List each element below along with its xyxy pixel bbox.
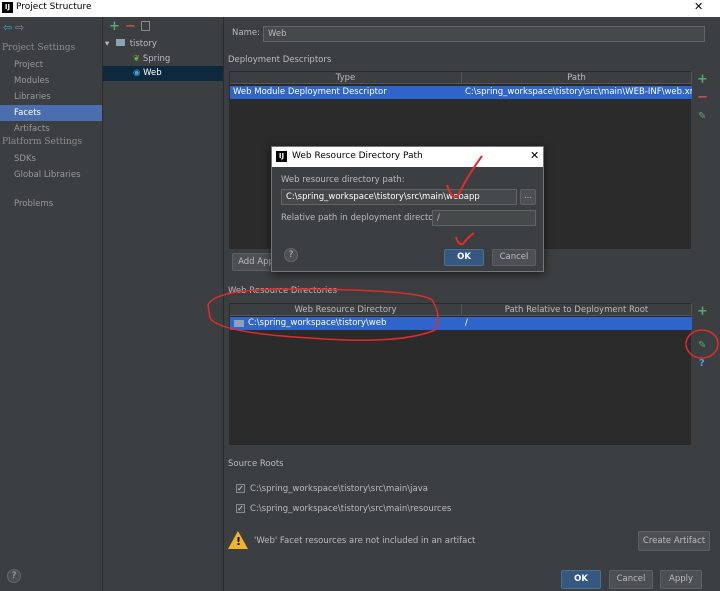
add-descriptor-icon[interactable]: + — [697, 72, 708, 87]
tree-node-tistory[interactable]: ▾ tistory — [103, 37, 223, 52]
spring-leaf-icon: ❦ — [133, 54, 141, 64]
back-arrow-icon[interactable]: ⇦ — [3, 21, 12, 34]
column-header-web-resource-directory[interactable]: Web Resource Directory — [230, 304, 462, 316]
dialog-ok-button[interactable]: OK — [444, 249, 484, 266]
warning-text: 'Web' Facet resources are not included i… — [254, 536, 476, 546]
web-resource-table: Web Resource Directory Path Relative to … — [229, 303, 692, 445]
nav-item-libraries[interactable]: Libraries — [0, 89, 102, 105]
nav-item-project[interactable]: Project — [0, 57, 102, 73]
column-header-path[interactable]: Path — [462, 72, 692, 84]
name-field[interactable]: Web — [263, 26, 705, 42]
edit-web-resource-icon[interactable]: ✎ — [698, 340, 706, 351]
nav-item-global-libraries[interactable]: Global Libraries — [0, 167, 102, 183]
source-roots-header: Source Roots — [228, 459, 284, 469]
folder-icon — [115, 39, 125, 46]
relative-path-label: Relative path in deployment directory: — [281, 213, 445, 223]
forward-arrow-icon[interactable]: ⇨ — [15, 21, 24, 34]
source-root-checkbox[interactable]: ✓ — [236, 484, 245, 493]
tree-node-label: Web — [143, 68, 162, 78]
edit-descriptor-icon[interactable]: ✎ — [698, 111, 706, 122]
apply-button[interactable]: Apply — [660, 570, 702, 589]
nav-item-sdks[interactable]: SDKs — [0, 151, 102, 167]
dir-path-input[interactable]: C:\spring_workspace\tistory\src\main\web… — [281, 189, 517, 205]
facet-tree-panel: + − ▾ tistory ❦ Spring ◉ Web — [102, 17, 224, 591]
nav-item-artifacts[interactable]: Artifacts — [0, 121, 102, 137]
project-settings-header: Project Settings — [2, 43, 76, 53]
add-web-resource-icon[interactable]: + — [697, 304, 708, 319]
settings-nav: ⇦ ⇨ Project Settings Project Modules Lib… — [0, 17, 102, 591]
table-row[interactable]: C:\spring_workspace\tistory\web / — [230, 317, 692, 330]
folder-icon — [234, 320, 244, 327]
name-label: Name: — [232, 28, 260, 38]
web-icon: ◉ — [133, 68, 141, 78]
warning-mark: ! — [236, 535, 242, 548]
web-resource-path-dialog: IJ Web Resource Directory Path ✕ Web res… — [271, 146, 544, 272]
nav-item-modules[interactable]: Modules — [0, 73, 102, 89]
column-header-relative-path[interactable]: Path Relative to Deployment Root — [462, 304, 692, 316]
nav-item-facets[interactable]: Facets — [0, 105, 102, 121]
help-icon[interactable]: ? — [7, 569, 21, 583]
source-root-checkbox[interactable]: ✓ — [236, 504, 245, 513]
nav-item-problems[interactable]: Problems — [0, 196, 102, 212]
help-icon[interactable]: ? — [699, 358, 705, 369]
table-row[interactable]: Web Module Deployment Descriptor C:\spri… — [230, 86, 692, 99]
web-resource-header: Web Resource Directories — [228, 286, 338, 296]
app-logo-icon: IJ — [276, 151, 287, 162]
wr-rel-cell: / — [465, 318, 468, 328]
dialog-title: Web Resource Directory Path — [292, 151, 423, 161]
window-titlebar: IJ Project Structure ✕ — [0, 0, 720, 17]
cancel-button[interactable]: Cancel — [609, 570, 653, 589]
facet-config-panel: Name: Web Deployment Descriptors Type Pa… — [224, 17, 720, 591]
help-icon[interactable]: ? — [284, 248, 298, 262]
tree-node-web[interactable]: ◉ Web — [103, 66, 223, 81]
dd-path-cell: C:\spring_workspace\tistory\src\main\WEB… — [465, 87, 692, 97]
ok-button[interactable]: OK — [561, 570, 601, 589]
expand-arrow-icon[interactable]: ▾ — [105, 39, 109, 49]
tree-node-spring[interactable]: ❦ Spring — [103, 52, 223, 67]
app-logo-icon: IJ — [2, 2, 13, 13]
dd-type-cell: Web Module Deployment Descriptor — [233, 87, 387, 97]
tree-node-label: tistory — [129, 39, 157, 49]
dialog-cancel-button[interactable]: Cancel — [492, 249, 536, 266]
wr-dir-cell: C:\spring_workspace\tistory\web — [248, 318, 387, 328]
add-facet-icon[interactable]: + — [109, 19, 120, 34]
browse-button[interactable]: ... — [520, 189, 536, 205]
source-root-label: C:\spring_workspace\tistory\src\main\res… — [250, 504, 452, 514]
platform-settings-header: Platform Settings — [2, 137, 83, 147]
source-root-label: C:\spring_workspace\tistory\src\main\jav… — [250, 484, 428, 494]
close-icon[interactable]: ✕ — [694, 0, 703, 13]
copy-icon[interactable] — [141, 21, 150, 31]
close-icon[interactable]: ✕ — [530, 149, 539, 162]
relative-path-input[interactable]: / — [432, 210, 536, 226]
dir-path-label: Web resource directory path: — [281, 175, 405, 185]
deployment-descriptors-header: Deployment Descriptors — [228, 55, 332, 65]
remove-descriptor-icon[interactable]: − — [697, 90, 708, 105]
window-title: Project Structure — [16, 2, 92, 12]
create-artifact-button[interactable]: Create Artifact — [638, 531, 710, 551]
remove-facet-icon[interactable]: − — [125, 19, 136, 34]
column-header-type[interactable]: Type — [230, 72, 462, 84]
tree-node-label: Spring — [142, 54, 171, 64]
